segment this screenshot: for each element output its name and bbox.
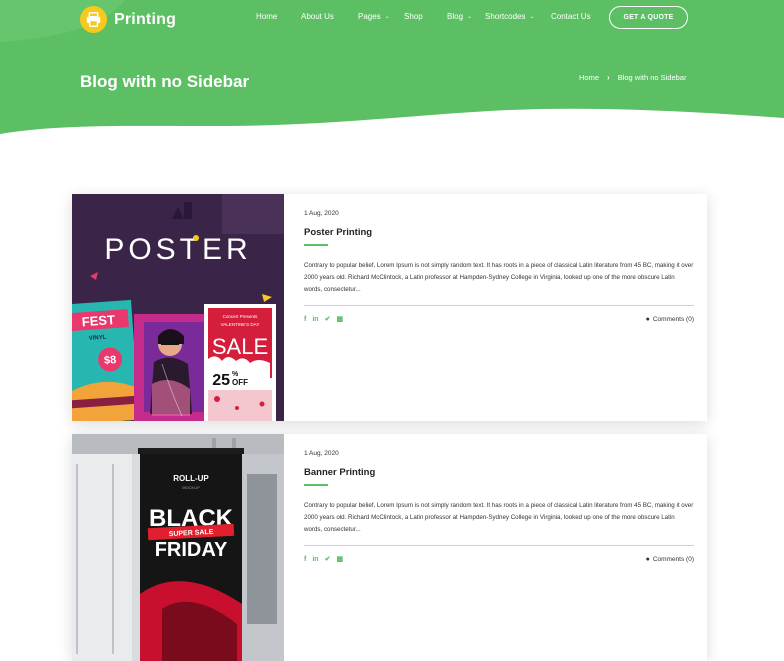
title-accent-line bbox=[304, 244, 328, 246]
get-a-quote-button[interactable]: GET A QUOTE bbox=[609, 6, 688, 29]
site-logo[interactable]: Printing bbox=[80, 6, 176, 33]
twitter-icon[interactable]: ✔ bbox=[325, 316, 331, 323]
svg-text:OFF: OFF bbox=[232, 378, 248, 387]
post-thumbnail[interactable]: POSTER FEST VINYL $8 Concert Presents VA… bbox=[72, 194, 284, 421]
poster-headline: POSTER bbox=[104, 233, 251, 266]
share-more-icon[interactable]: ▩ bbox=[336, 556, 343, 563]
nav-item-shortcodes[interactable]: Shortcodes ⌄ bbox=[485, 12, 551, 21]
svg-text:FEST: FEST bbox=[81, 312, 115, 329]
nav-item-contact-us[interactable]: Contact Us bbox=[551, 12, 591, 21]
nav-item-about-us[interactable]: About Us bbox=[301, 12, 358, 21]
svg-text:ROLL-UP: ROLL-UP bbox=[173, 474, 209, 483]
share-links: f in ✔ ▩ bbox=[304, 556, 343, 563]
breadcrumb: Home › Blog with no Sidebar bbox=[579, 73, 686, 82]
breadcrumb-home-link[interactable]: Home bbox=[579, 73, 599, 82]
post-title-link[interactable]: Banner Printing bbox=[304, 467, 375, 478]
main-nav: Home About Us Pages ⌄ Shop Blog ⌄ Shortcod… bbox=[256, 12, 591, 21]
chevron-down-icon: ⌄ bbox=[529, 14, 535, 20]
chevron-right-icon: › bbox=[607, 73, 610, 82]
linkedin-icon[interactable]: in bbox=[312, 556, 318, 563]
page-title: Blog with no Sidebar bbox=[80, 72, 250, 91]
twitter-icon[interactable]: ✔ bbox=[325, 556, 331, 563]
svg-text:%: % bbox=[232, 371, 239, 378]
post-title-link[interactable]: Poster Printing bbox=[304, 227, 372, 238]
breadcrumb-current: Blog with no Sidebar bbox=[617, 73, 687, 82]
banner-image: ROLL-UP MOCKUP BLACK SUPER SALE FRIDAY bbox=[72, 434, 284, 661]
svg-text:MOCKUP: MOCKUP bbox=[182, 485, 200, 490]
comment-icon: ● bbox=[645, 556, 650, 563]
nav-item-pages[interactable]: Pages ⌄ bbox=[358, 12, 404, 21]
blog-post-card: POSTER FEST VINYL $8 Concert Presents VA… bbox=[72, 194, 707, 421]
comments-link[interactable]: ● Comments (0) bbox=[646, 316, 694, 323]
brand-name: Printing bbox=[114, 10, 177, 28]
post-date: 1 Aug, 2020 bbox=[304, 450, 339, 457]
post-excerpt: Contrary to popular belief, Lorem Ipsum … bbox=[304, 502, 694, 534]
comment-icon: ● bbox=[645, 316, 650, 323]
printer-icon bbox=[80, 6, 107, 33]
page-header: Printing Home About Us Pages ⌄ Shop Blog ⌄… bbox=[0, 0, 784, 140]
nav-item-blog[interactable]: Blog ⌄ bbox=[447, 12, 485, 21]
facebook-icon[interactable]: f bbox=[304, 316, 306, 323]
facebook-icon[interactable]: f bbox=[304, 556, 306, 563]
share-links: f in ✔ ▩ bbox=[304, 316, 343, 323]
post-excerpt: Contrary to popular belief, Lorem Ipsum … bbox=[304, 262, 694, 294]
svg-text:VALENTINE'S DAY: VALENTINE'S DAY bbox=[221, 322, 260, 327]
svg-text:SALE: SALE bbox=[212, 334, 268, 359]
post-divider bbox=[304, 545, 694, 546]
linkedin-icon[interactable]: in bbox=[312, 316, 318, 323]
poster-image: POSTER FEST VINYL $8 Concert Presents VA… bbox=[72, 194, 284, 421]
post-date: 1 Aug, 2020 bbox=[304, 210, 339, 217]
post-divider bbox=[304, 305, 694, 306]
svg-text:Concert Presents: Concert Presents bbox=[223, 314, 259, 319]
svg-text:$8: $8 bbox=[104, 354, 117, 367]
comments-link[interactable]: ● Comments (0) bbox=[646, 556, 694, 563]
svg-text:VINYL: VINYL bbox=[89, 335, 107, 342]
blog-post-card: ROLL-UP MOCKUP BLACK SUPER SALE FRIDAY 1… bbox=[72, 434, 707, 661]
chevron-down-icon: ⌄ bbox=[467, 14, 473, 20]
post-thumbnail[interactable]: ROLL-UP MOCKUP BLACK SUPER SALE FRIDAY bbox=[72, 434, 284, 661]
chevron-down-icon: ⌄ bbox=[384, 14, 390, 20]
share-more-icon[interactable]: ▩ bbox=[336, 316, 343, 323]
nav-item-shop[interactable]: Shop bbox=[404, 12, 447, 21]
svg-text:25: 25 bbox=[212, 372, 230, 389]
nav-item-home[interactable]: Home bbox=[256, 12, 301, 21]
title-accent-line bbox=[304, 484, 328, 486]
svg-text:FRIDAY: FRIDAY bbox=[155, 539, 228, 561]
